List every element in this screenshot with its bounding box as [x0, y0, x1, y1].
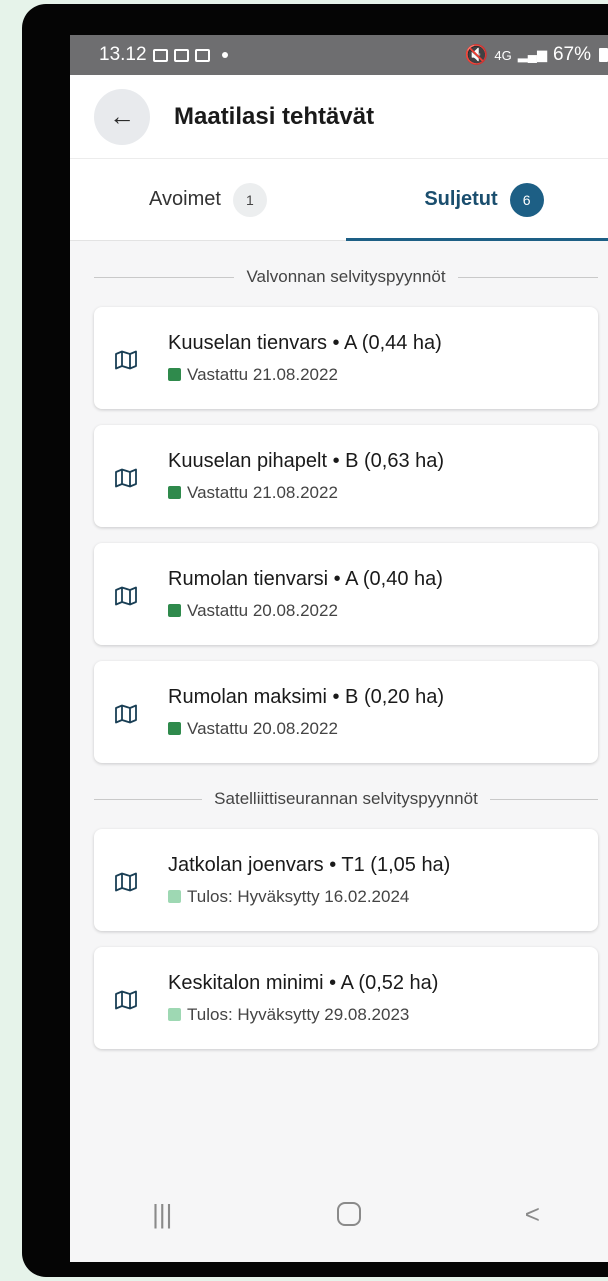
signal-icon: ▂▄▆ [517, 47, 547, 62]
divider [94, 276, 235, 278]
screen: 13.12 🔇 4G ▂▄▆ 67% ← Maatilasi tehtävät [70, 35, 608, 1262]
task-card[interactable]: Kuuselan pihapelt • B (0,63 ha) Vastattu… [94, 425, 598, 527]
section-title: Valvonnan selvityspyynnöt [246, 267, 446, 286]
status-text: Vastattu 21.08.2022 [187, 482, 338, 502]
status-text: Tulos: Hyväksytty 16.02.2024 [187, 886, 410, 906]
task-status: Tulos: Hyväksytty 16.02.2024 [168, 887, 450, 907]
status-bar: 13.12 🔇 4G ▂▄▆ 67% [70, 35, 608, 75]
task-status: Vastattu 20.08.2022 [168, 719, 444, 739]
tab-suljetut[interactable]: Suljetut 6 [346, 159, 608, 240]
task-status: Vastattu 21.08.2022 [168, 365, 442, 385]
network-type: 4G [494, 47, 512, 63]
map-icon [115, 872, 137, 892]
section-title: Satelliittiseurannan selvityspyynnöt [214, 789, 478, 808]
status-text: Tulos: Hyväksytty 29.08.2023 [187, 1004, 410, 1024]
tab-label: Avoimet [149, 188, 221, 210]
app-notification-icon [173, 48, 189, 62]
task-title: Keskitalon minimi • A (0,52 ha) [168, 971, 439, 994]
tab-count-badge: 1 [232, 182, 267, 217]
status-indicator [168, 890, 181, 903]
section-header: Valvonnan selvityspyynnöt [94, 267, 599, 287]
task-title: Jatkolan joenvars • T1 (1,05 ha) [168, 853, 451, 876]
divider [457, 276, 599, 278]
status-indicator [168, 604, 181, 617]
task-title: Kuuselan tienvars • A (0,44 ha) [168, 331, 442, 354]
more-notifications-icon [221, 52, 228, 58]
section-header: Satelliittiseurannan selvityspyynnöt [94, 789, 598, 809]
tab-label: Suljetut [424, 188, 498, 210]
task-title: Rumolan maksimi • B (0,20 ha) [168, 685, 444, 708]
nav-back-icon[interactable]: < [525, 1199, 540, 1230]
system-nav-bar: ||| < [70, 1166, 608, 1262]
map-icon [115, 350, 137, 370]
map-icon [115, 468, 137, 488]
task-card[interactable]: Keskitalon minimi • A (0,52 ha) Tulos: H… [94, 947, 598, 1049]
task-title: Rumolan tienvarsi • A (0,40 ha) [168, 567, 443, 590]
status-text: Vastattu 20.08.2022 [187, 718, 338, 738]
arrow-back-icon: ← [109, 101, 135, 131]
tab-bar: Avoimet 1 Suljetut 6 [70, 159, 608, 241]
task-card[interactable]: Rumolan maksimi • B (0,20 ha) Vastattu 2… [94, 661, 598, 763]
status-indicator [168, 722, 181, 735]
task-card[interactable]: Rumolan tienvarsi • A (0,40 ha) Vastattu… [94, 543, 598, 645]
task-status: Vastattu 21.08.2022 [168, 483, 444, 503]
active-tab-indicator [346, 238, 608, 241]
page-title: Maatilasi tehtävät [174, 102, 375, 130]
task-title: Kuuselan pihapelt • B (0,63 ha) [168, 449, 445, 472]
battery-level: 67% [552, 44, 591, 65]
clock: 13.12 [99, 44, 147, 65]
task-status: Tulos: Hyväksytty 29.08.2023 [168, 1005, 438, 1025]
phone-frame: 13.12 🔇 4G ▂▄▆ 67% ← Maatilasi tehtävät [22, 4, 608, 1277]
task-status: Vastattu 20.08.2022 [168, 601, 443, 621]
map-icon [115, 704, 137, 724]
status-indicator [168, 368, 181, 381]
message-notification-icon [194, 48, 210, 62]
gallery-notification-icon [152, 48, 168, 62]
status-text: Vastattu 21.08.2022 [187, 364, 338, 384]
task-card[interactable]: Kuuselan tienvars • A (0,44 ha) Vastattu… [94, 307, 598, 409]
recents-icon[interactable]: ||| [152, 1199, 172, 1230]
app-bar: ← Maatilasi tehtävät [70, 75, 608, 159]
back-button[interactable]: ← [94, 88, 150, 145]
task-card[interactable]: Jatkolan joenvars • T1 (1,05 ha) Tulos: … [94, 829, 598, 931]
tab-avoimet[interactable]: Avoimet 1 [70, 159, 346, 240]
map-icon [115, 990, 137, 1010]
home-icon[interactable] [336, 1202, 361, 1226]
divider [489, 798, 598, 800]
tab-count-badge: 6 [509, 182, 544, 217]
divider [94, 798, 203, 800]
mute-icon: 🔇 [464, 45, 489, 66]
status-indicator [168, 486, 181, 499]
status-indicator [168, 1008, 181, 1021]
map-icon [115, 586, 137, 606]
status-text: Vastattu 20.08.2022 [187, 600, 338, 620]
battery-icon [599, 48, 608, 62]
